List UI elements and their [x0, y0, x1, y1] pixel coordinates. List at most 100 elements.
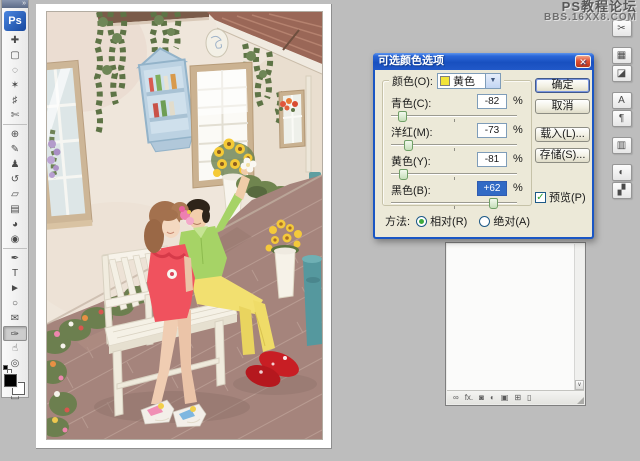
dodge-tool[interactable]: ◉ [3, 232, 27, 249]
magic-wand-tool[interactable]: ✶ [3, 78, 27, 93]
ps-logo[interactable]: Ps [4, 11, 26, 31]
yellow-slider: 黄色(Y): -81 % [389, 152, 525, 181]
tool-icon: ✎ [11, 144, 19, 155]
tool-icon: T [12, 268, 18, 279]
slider-value-field[interactable]: -73 [477, 123, 507, 138]
cancel-button[interactable]: 取消 [535, 99, 590, 114]
slider-track[interactable] [391, 198, 517, 210]
histogram-palette-icon[interactable]: ▞ [612, 182, 632, 199]
crop-tool[interactable]: ♯ [3, 93, 27, 108]
eraser-tool[interactable]: ▱ [3, 187, 27, 202]
gradient-tool[interactable]: ▤ [3, 202, 27, 217]
move-tool[interactable]: ✚ [3, 33, 27, 48]
slider-thumb[interactable] [404, 140, 413, 151]
shape-tool[interactable]: ○ [3, 296, 27, 311]
slider-value-field[interactable]: -82 [477, 94, 507, 109]
clone-stamp-tool[interactable]: ♟ [3, 157, 27, 172]
slider-track[interactable] [391, 111, 517, 123]
layer-style-icon[interactable]: fx. [465, 392, 473, 404]
dialog-buttons: 确定 取消 载入(L)... 存储(S)... [535, 78, 591, 169]
slider-unit: % [513, 153, 523, 165]
new-layer-icon[interactable]: ⊞ [514, 392, 521, 404]
tool-icon: ▤ [10, 204, 19, 215]
palette-bottom-bar: ∞ fx. ◙ ◐ ▣ ⊞ [447, 390, 584, 404]
radio-label: 绝对(A) [493, 213, 530, 229]
layer-mask-icon[interactable]: ◙ [479, 392, 484, 404]
slider-label: 洋红(M): [391, 124, 433, 140]
tool-icon: ✒ [11, 253, 19, 264]
type-tool[interactable]: T [3, 266, 27, 281]
slider-thumb[interactable] [398, 111, 407, 122]
brush-tool[interactable]: ✎ [3, 142, 27, 157]
selective-color-dialog: 可选颜色选项 ✕ 颜色(O): 黄色 ▼ 青色(C): -82 % [373, 53, 594, 239]
dialog-body: 颜色(O): 黄色 ▼ 青色(C): -82 % [375, 70, 592, 237]
slider-thumb[interactable] [489, 198, 498, 209]
hand-tool[interactable]: ☝ [3, 341, 27, 356]
delete-layer-icon[interactable]: ▯ [527, 392, 531, 404]
couple-courtyard-photo [47, 12, 322, 439]
ok-button[interactable]: 确定 [535, 78, 590, 93]
chevron-down-icon[interactable]: ▼ [485, 74, 500, 88]
photo-canvas[interactable] [46, 11, 323, 440]
slider-label: 黑色(B): [391, 182, 431, 198]
resize-grip[interactable] [577, 397, 584, 404]
watermark-line2: BBS.16XX8.COM [544, 12, 637, 23]
slider-rows: 青色(C): -82 % 洋红(M): -73 % [389, 94, 525, 210]
adjustment-layer-icon[interactable]: ◐ [490, 392, 495, 404]
scroll-down-icon[interactable]: ∨ [575, 380, 584, 390]
radio-icon[interactable] [416, 216, 427, 227]
absolute-radio[interactable]: 绝对(A) [479, 213, 530, 229]
slider-track[interactable] [391, 140, 517, 152]
preview-checkbox[interactable]: ✓ [535, 192, 546, 203]
relative-radio[interactable]: 相对(R) [416, 213, 467, 229]
layer-group-icon[interactable]: ▣ [501, 392, 509, 404]
load-button[interactable]: 载入(L)... [535, 127, 590, 142]
watermark-line1: PS教程论坛 [544, 1, 637, 12]
close-icon[interactable]: ✕ [575, 55, 591, 68]
tool-icon: ⊕ [11, 129, 19, 140]
tool-icon: ◕ [12, 219, 18, 230]
slider-value-field[interactable]: -81 [477, 152, 507, 167]
save-button[interactable]: 存储(S)... [535, 148, 590, 163]
tool-icon: ↺ [11, 174, 19, 185]
lasso-tool[interactable]: ◌ [3, 63, 27, 78]
path-selection-tool[interactable]: ► [3, 281, 27, 296]
notes-tool[interactable]: ✉ [3, 311, 27, 326]
styles-palette-icon[interactable]: ◪ [612, 65, 632, 82]
slider-value-field[interactable]: +62 [477, 181, 507, 196]
tool-icon: ✑ [11, 329, 19, 340]
slider-label: 黄色(Y): [391, 153, 431, 169]
layers-list[interactable]: ∨ [447, 244, 584, 390]
paragraph-palette-icon[interactable]: ¶ [612, 110, 632, 127]
dialog-title: 可选颜色选项 [378, 55, 444, 67]
tool-icon: ◎ [11, 358, 20, 369]
character-palette-icon[interactable]: A [612, 92, 632, 109]
tool-icon: ☝ [12, 343, 18, 354]
pen-tool[interactable]: ✒ [3, 251, 27, 266]
radio-icon[interactable] [479, 216, 490, 227]
link-layers-icon[interactable]: ∞ [453, 392, 459, 404]
slice-tool[interactable]: ✄ [3, 108, 27, 125]
method-label: 方法: [385, 213, 410, 229]
dialog-titlebar[interactable]: 可选颜色选项 ✕ [373, 53, 594, 70]
color-select[interactable]: 黄色 ▼ [437, 73, 501, 89]
cyan-slider: 青色(C): -82 % [389, 94, 525, 123]
scrollbar[interactable]: ∨ [574, 244, 584, 390]
history-brush-tool[interactable]: ↺ [3, 172, 27, 187]
navigator-palette-icon[interactable]: ◐ [612, 164, 632, 181]
slider-track[interactable] [391, 169, 517, 181]
document-window [36, 4, 332, 449]
tools-panel: » Ps ✚ ▢ ◌ ✶ ♯ [1, 0, 29, 398]
blur-tool[interactable]: ◕ [3, 217, 27, 232]
slider-thumb[interactable] [399, 169, 408, 180]
palette-dock: ✂ ▦ ◪ A ¶ ▥ ◐ [610, 20, 633, 200]
healing-brush-tool[interactable]: ⊕ [3, 127, 27, 142]
marquee-tool[interactable]: ▢ [3, 48, 27, 63]
layer-comps-palette-icon[interactable]: ▥ [612, 137, 632, 154]
foreground-color-swatch[interactable] [4, 374, 17, 387]
slider-unit: % [513, 182, 523, 194]
swatches-palette-icon[interactable]: ▦ [612, 47, 632, 64]
toolbar-grip[interactable]: » [2, 0, 28, 8]
eyedropper-tool[interactable]: ✑ [3, 326, 27, 341]
color-row: 颜色(O): 黄色 ▼ [389, 72, 504, 89]
